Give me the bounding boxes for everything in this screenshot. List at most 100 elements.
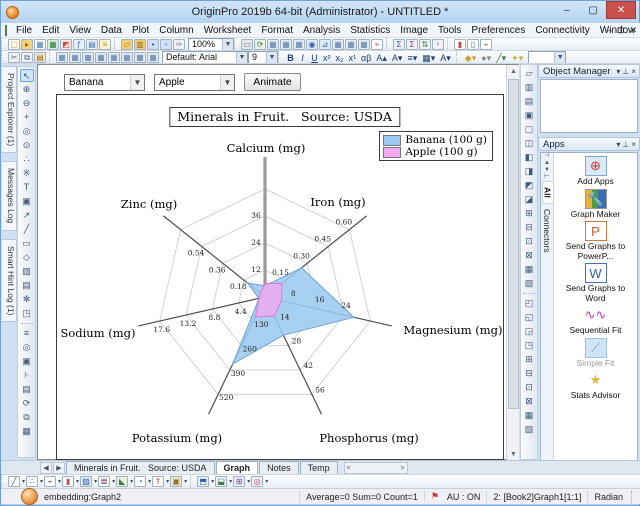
app-simple-fit[interactable]: ⟋Simple Fit: [557, 338, 635, 369]
menu-plot[interactable]: Plot: [127, 24, 154, 37]
new-layer-icon[interactable]: ◧: [522, 151, 536, 164]
add-axis-left-icon[interactable]: ⊠: [522, 249, 536, 262]
align-top-layers-icon[interactable]: ⊟: [522, 221, 536, 234]
duplicate-layer-icon[interactable]: ◰: [522, 297, 536, 310]
vector-plot-icon[interactable]: ⇑: [152, 476, 164, 487]
row-statistics-icon[interactable]: Σ: [406, 39, 418, 50]
graph-page[interactable]: 1224360.150.300.450.60816241428425613026…: [56, 94, 504, 460]
app-graph-maker[interactable]: 🔧Graph Maker: [557, 189, 635, 220]
menu-view[interactable]: View: [64, 24, 96, 37]
duplicate-tool-icon[interactable]: ⧉: [20, 411, 34, 424]
chevron-down-icon[interactable]: ▼: [220, 75, 234, 90]
tab-scroll-right-icon[interactable]: ▶: [53, 462, 65, 474]
refresh-icon[interactable]: ⟳: [254, 39, 266, 50]
save-template-icon[interactable]: ▫: [160, 39, 172, 50]
status-au[interactable]: AU : ON: [441, 491, 487, 503]
scroll-up-icon[interactable]: ▲: [507, 65, 520, 78]
dock-tab-project-explorer-[interactable]: Project Explorer (1): [2, 66, 17, 153]
app-stats-advisor[interactable]: ★Stats Advisor: [557, 370, 635, 401]
child-restore-button[interactable]: ⊡: [617, 25, 625, 36]
underline-icon[interactable]: U: [309, 52, 320, 63]
arrange-windows-icon[interactable]: ▦: [267, 39, 279, 50]
menu-file[interactable]: File: [11, 24, 37, 37]
recalculate-auto-icon[interactable]: ▦: [69, 52, 81, 63]
refresh-red-icon[interactable]: ⟳: [20, 397, 34, 410]
insert-graph-icon[interactable]: ▨: [20, 265, 34, 278]
recalculate-icon[interactable]: ▦: [56, 52, 68, 63]
panel-menu-icon[interactable]: ▾: [616, 140, 620, 149]
app-sequential-fit[interactable]: ∿∿Sequential Fit: [557, 305, 635, 336]
sub-superscript-icon[interactable]: x¹: [347, 52, 359, 63]
polar-plot-icon[interactable]: ◔: [134, 476, 146, 487]
chevron-down-icon[interactable]: ▼: [130, 75, 144, 90]
status-mode[interactable]: Radian: [587, 491, 629, 503]
increase-font-icon[interactable]: A▴: [374, 52, 389, 63]
rescale-both-icon[interactable]: ▣: [522, 109, 536, 122]
animate-button[interactable]: Animate: [244, 73, 301, 91]
child-close-button[interactable]: ✕: [629, 25, 637, 36]
tab-nav-icons[interactable]: ⊣▲▼⊢: [544, 153, 550, 181]
chart-legend[interactable]: Banana (100 g)Apple (100 g): [379, 131, 493, 161]
line-tool-icon[interactable]: ╱: [20, 223, 34, 236]
plot-special-icon[interactable]: ⌁: [480, 39, 492, 50]
data-selector-icon[interactable]: ⊙: [20, 139, 34, 152]
contour-plot-icon[interactable]: ◎: [251, 476, 263, 487]
box-plot-icon[interactable]: 𝌆: [98, 476, 110, 487]
chevron-down-icon[interactable]: ▼: [222, 39, 233, 50]
sort-icon[interactable]: ⇅: [419, 39, 431, 50]
menu-preferences[interactable]: Preferences: [466, 24, 530, 37]
move-column-right-icon[interactable]: ▦: [108, 52, 120, 63]
new-workbook-icon[interactable]: ▦: [34, 39, 46, 50]
axis-tool-icon[interactable]: ⊦: [20, 369, 34, 382]
new-project-icon[interactable]: ▢: [8, 39, 20, 50]
align-lines-icon[interactable]: ≡: [20, 327, 34, 340]
copy-icon[interactable]: ⧉: [21, 52, 33, 63]
resize-grip[interactable]: [631, 491, 640, 503]
font-color-icon[interactable]: A▾: [438, 52, 453, 63]
menu-image[interactable]: Image: [395, 24, 433, 37]
pin-icon[interactable]: ⊥: [622, 67, 629, 76]
font-name-dropdown[interactable]: Default: Arial▼: [162, 51, 248, 64]
link-layers-icon[interactable]: ⊟: [522, 367, 536, 380]
column-plot-icon[interactable]: ▮: [62, 476, 74, 487]
3d-rotate-icon[interactable]: ◳: [20, 307, 34, 320]
line-plot-icon[interactable]: ╱: [8, 476, 20, 487]
arrange-layers-icon[interactable]: ◲: [522, 325, 536, 338]
zoom-out-icon[interactable]: ⊖: [20, 97, 34, 110]
worksheet-query-icon[interactable]: ▦: [332, 39, 344, 50]
open-template-icon[interactable]: ▥: [134, 39, 146, 50]
object-manager-body[interactable]: [540, 79, 638, 133]
merge-layers-icon[interactable]: ⊞: [522, 353, 536, 366]
duplicate-window-icon[interactable]: ▦: [280, 39, 292, 50]
scroll-thumb[interactable]: [508, 79, 519, 409]
fill-color-icon[interactable]: ◆▾: [463, 52, 478, 63]
new-top-x-layer-icon[interactable]: ◩: [522, 179, 536, 192]
layer-grid-icon[interactable]: ▧: [522, 423, 536, 436]
rescale-y-icon[interactable]: ▤: [522, 95, 536, 108]
new-excel-icon[interactable]: ▦: [47, 39, 59, 50]
child-minimize-button[interactable]: –: [607, 25, 612, 36]
greek-icon[interactable]: αβ: [359, 52, 373, 63]
swap-columns-icon[interactable]: ▦: [134, 52, 146, 63]
cut-icon[interactable]: ✂: [8, 52, 20, 63]
title-bar[interactable]: OriginPro 2019b 64-bit (Administrator) -…: [1, 1, 639, 23]
new-notes-icon[interactable]: ≡: [99, 39, 111, 50]
panel-menu-icon[interactable]: ▾: [616, 67, 620, 76]
swap-layers-icon[interactable]: ◱: [522, 311, 536, 324]
unlink-layers-icon[interactable]: ⊡: [522, 381, 536, 394]
align-left-icon[interactable]: ≡▾: [405, 52, 419, 63]
extract-to-layers-icon[interactable]: ◳: [522, 339, 536, 352]
scatter-plot-icon[interactable]: ∴: [26, 476, 38, 487]
new-right-y-layer-icon[interactable]: ◨: [522, 165, 536, 178]
menu-edit[interactable]: Edit: [37, 24, 64, 37]
data-reader-icon[interactable]: ◎: [20, 125, 34, 138]
digitizer-icon[interactable]: ▦: [293, 39, 305, 50]
move-column-left-icon[interactable]: ▦: [95, 52, 107, 63]
screen-reader-icon[interactable]: +: [20, 111, 34, 124]
menu-column[interactable]: Column: [154, 24, 198, 37]
column-statistics-icon[interactable]: Σ: [393, 39, 405, 50]
table-tool-icon[interactable]: ▦: [20, 425, 34, 438]
arrow-tool-icon[interactable]: ↗: [20, 209, 34, 222]
mask-range-icon[interactable]: ▦: [147, 52, 159, 63]
doc-tab-minerals-in-fruit-source-usda[interactable]: Minerals in Fruit. Source: USDA: [66, 461, 215, 474]
